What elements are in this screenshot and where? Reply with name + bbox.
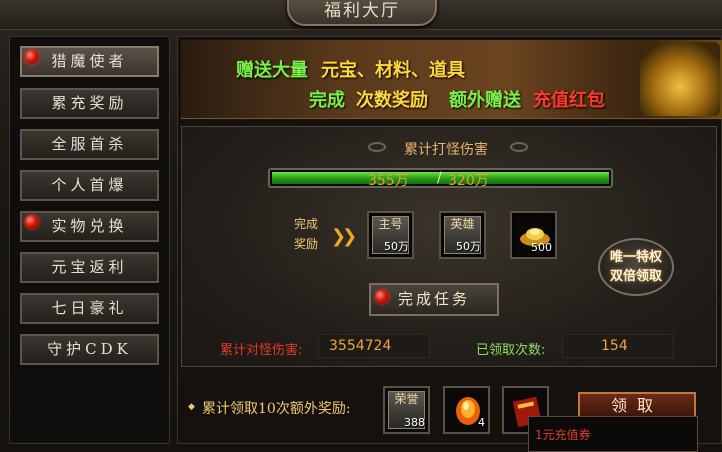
banner-line2-a: 完成 bbox=[309, 90, 345, 111]
bonus-label: 累计领取10次额外奖励: bbox=[202, 401, 351, 417]
item-tooltip: 1元充值券 bbox=[528, 416, 698, 452]
reward-count: 50万 bbox=[456, 240, 481, 253]
bonus-slot-honor[interactable]: 荣誉 388 bbox=[383, 386, 430, 434]
menu-item-label: 个人首爆 bbox=[51, 176, 128, 194]
reward-count: 50万 bbox=[384, 240, 409, 253]
special-privilege-text: 唯一特权 双倍领取 bbox=[598, 248, 674, 286]
menu-item-label: 全服首杀 bbox=[51, 135, 128, 153]
reward-slot-hero[interactable]: 英雄 50万 bbox=[439, 211, 486, 259]
menu-item-6[interactable]: 元宝返利 bbox=[20, 252, 159, 283]
banner-line2-c: 额外赠送 bbox=[449, 90, 521, 111]
claimed-count-value: 154 bbox=[562, 334, 674, 358]
progress-target: 320万 bbox=[448, 173, 489, 189]
bonus-count: 4 bbox=[478, 416, 485, 429]
swirl-ornament-left-icon bbox=[368, 142, 386, 152]
menu-item-label: 七日豪礼 bbox=[51, 299, 128, 317]
bonus-count: 388 bbox=[404, 416, 425, 429]
reward-label-line2: 奖励 bbox=[293, 237, 318, 251]
swirl-ornament-right-icon bbox=[510, 142, 528, 152]
menu-item-1[interactable]: 猎魔使者 bbox=[20, 46, 159, 77]
damage-value: 3554724 bbox=[318, 334, 430, 358]
menu-item-2[interactable]: 累充奖励 bbox=[20, 88, 159, 119]
progress-current: 355万 bbox=[368, 173, 409, 189]
red-dot-icon bbox=[375, 290, 389, 304]
bonus-slot-gem[interactable]: 4 bbox=[443, 386, 490, 434]
reward-label: 完成 奖励 bbox=[284, 214, 328, 254]
menu-item-5[interactable]: 实物兑换 bbox=[20, 211, 159, 242]
treasure-chest-icon bbox=[640, 42, 720, 116]
reward-label-line1: 完成 bbox=[293, 217, 318, 231]
banner-line1-b: 元宝、材料、道具 bbox=[321, 60, 465, 81]
red-dot-icon bbox=[25, 215, 39, 229]
reward-slot-main[interactable]: 主号 50万 bbox=[367, 211, 414, 259]
reward-count: 500 bbox=[531, 241, 552, 254]
menu-item-label: 猎魔使者 bbox=[51, 52, 128, 70]
reward-tag: 英雄 bbox=[450, 217, 475, 231]
reward-tag: 主号 bbox=[378, 217, 403, 231]
task-title: 累计打怪伤害 bbox=[404, 142, 488, 158]
menu-item-label: 实物兑换 bbox=[51, 217, 128, 235]
menu-item-8[interactable]: 守护CDK bbox=[20, 334, 159, 365]
damage-label: 累计对怪伤害: bbox=[220, 343, 303, 358]
menu-item-label: 守护CDK bbox=[47, 340, 132, 358]
bonus-tag: 荣誉 bbox=[394, 392, 419, 406]
menu-item-4[interactable]: 个人首爆 bbox=[20, 170, 159, 201]
banner-line1-a: 赠送大量 bbox=[236, 60, 308, 81]
menu-item-3[interactable]: 全服首杀 bbox=[20, 129, 159, 160]
banner-line2-d: 充值红包 bbox=[533, 90, 605, 111]
special-line1: 唯一特权 bbox=[609, 250, 662, 265]
diamond-bullet-icon: ◆ bbox=[188, 402, 195, 412]
double-arrow-icon: ❯❯ bbox=[331, 226, 357, 247]
reward-slot-ingot[interactable]: 500 bbox=[510, 211, 557, 259]
progress-separator: / bbox=[437, 170, 442, 186]
menu-item-7[interactable]: 七日豪礼 bbox=[20, 293, 159, 324]
red-dot-icon bbox=[25, 50, 39, 64]
complete-task-button[interactable]: 完成任务 bbox=[369, 283, 499, 316]
menu-item-label: 累充奖励 bbox=[51, 94, 128, 112]
window-title: 福利大厅 bbox=[287, 0, 437, 26]
claimed-count-label: 已领取次数: bbox=[476, 343, 546, 358]
banner-line2-b: 次数奖励 bbox=[356, 90, 428, 111]
menu-item-label: 元宝返利 bbox=[51, 258, 128, 276]
complete-task-label: 完成任务 bbox=[397, 290, 470, 308]
welfare-hall-window: 福利大厅 猎魔使者累充奖励全服首杀个人首爆实物兑换元宝返利七日豪礼守护CDK 赠… bbox=[0, 0, 722, 452]
special-line2: 双倍领取 bbox=[609, 269, 662, 284]
